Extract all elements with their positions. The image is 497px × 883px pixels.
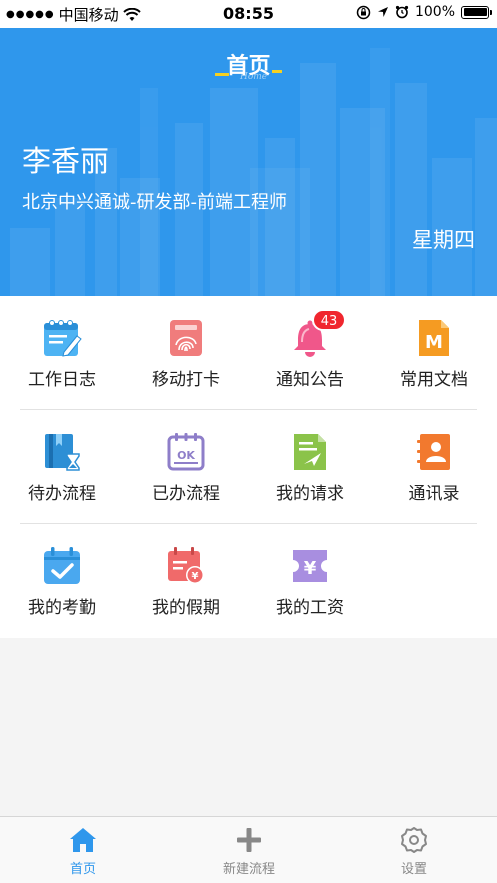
tab-label: 新建流程 <box>222 862 275 877</box>
settings-icon <box>401 827 427 853</box>
tab-home[interactable]: 首页 <box>0 817 166 883</box>
tab-label: 首页 <box>69 862 96 877</box>
status-bar: ●●●●● 中国移动 08:55 100% <box>0 0 497 28</box>
menu-item-common-docs[interactable]: M 常用文档 <box>372 296 496 410</box>
page-subtitle: Home <box>240 72 268 82</box>
menu-item-label: 移动打卡 <box>152 370 220 390</box>
menu-item-mobile-checkin[interactable]: 移动打卡 <box>124 296 248 410</box>
menu-item-my-requests[interactable]: 我的请求 <box>248 410 372 524</box>
tab-settings[interactable]: 设置 <box>331 817 497 883</box>
done-flow-icon: OK <box>167 433 205 471</box>
pending-flow-icon <box>45 434 80 471</box>
menu-item-label: 通知公告 <box>276 370 344 390</box>
menu-item-label: 我的请求 <box>276 484 344 504</box>
weekday-label: 星期四 <box>412 228 475 252</box>
menu-row: 工作日志 移动打卡 43 通知公告 M 常用文档 <box>0 296 497 410</box>
status-right: 100% <box>356 4 492 20</box>
svg-text:¥: ¥ <box>192 571 199 582</box>
battery-percent: 100% <box>414 4 455 20</box>
menu-item-label: 我的工资 <box>276 598 344 618</box>
menu-item-work-log[interactable]: 工作日志 <box>0 296 124 410</box>
bottom-tab-bar: 首页 新建流程 设置 <box>0 816 497 883</box>
notification-badge: 43 <box>312 309 346 331</box>
tab-new-flow[interactable]: 新建流程 <box>166 817 332 883</box>
fingerprint-icon <box>170 320 202 356</box>
plus-icon <box>237 828 261 852</box>
menu-item-attendance[interactable]: 我的考勤 <box>0 524 124 638</box>
menu-row: 我的考勤 ¥ 我的假期 ¥ 我的工资 <box>0 524 497 638</box>
title-decoration-left <box>215 73 229 76</box>
menu-item-holiday[interactable]: ¥ 我的假期 <box>124 524 248 638</box>
rotation-lock-icon <box>356 5 371 19</box>
svg-text:M: M <box>425 332 443 353</box>
user-name: 李香丽 <box>22 144 110 178</box>
title-decoration-right <box>272 70 282 73</box>
tab-label: 设置 <box>400 862 427 877</box>
location-icon <box>377 7 388 17</box>
menu-item-label: 工作日志 <box>28 370 96 390</box>
battery-icon <box>461 5 492 19</box>
menu-item-label: 已办流程 <box>152 484 220 504</box>
menu-item-label: 通讯录 <box>408 484 460 504</box>
contacts-icon <box>417 434 450 470</box>
svg-text:¥: ¥ <box>304 558 317 579</box>
profile-header: 首页 Home 李香丽 北京中兴通诚-研发部-前端工程师 星期四 <box>0 28 497 296</box>
svg-text:OK: OK <box>177 449 195 462</box>
salary-icon: ¥ <box>293 550 327 582</box>
attendance-icon <box>44 547 80 584</box>
menu-item-notice[interactable]: 43 通知公告 <box>248 296 372 410</box>
menu-item-label: 我的考勤 <box>28 598 96 618</box>
menu-item-done-flow[interactable]: OK 已办流程 <box>124 410 248 524</box>
alarm-icon <box>395 5 409 19</box>
menu-grid: 工作日志 移动打卡 43 通知公告 M 常用文档 待办流程 OK 已办流程 我的… <box>0 296 497 638</box>
home-icon <box>70 828 96 852</box>
menu-row: 待办流程 OK 已办流程 我的请求 通讯录 <box>0 410 497 524</box>
menu-item-pending-flow[interactable]: 待办流程 <box>0 410 124 524</box>
request-icon <box>294 434 326 470</box>
user-department: 北京中兴通诚-研发部-前端工程师 <box>22 192 287 213</box>
menu-item-contacts[interactable]: 通讯录 <box>372 410 496 524</box>
work-log-icon <box>44 320 82 357</box>
menu-item-label: 常用文档 <box>400 370 468 390</box>
holiday-icon: ¥ <box>168 547 204 584</box>
document-icon: M <box>419 320 449 356</box>
menu-item-label: 我的假期 <box>152 598 220 618</box>
menu-item-salary[interactable]: ¥ 我的工资 <box>248 524 372 638</box>
menu-item-label: 待办流程 <box>28 484 96 504</box>
